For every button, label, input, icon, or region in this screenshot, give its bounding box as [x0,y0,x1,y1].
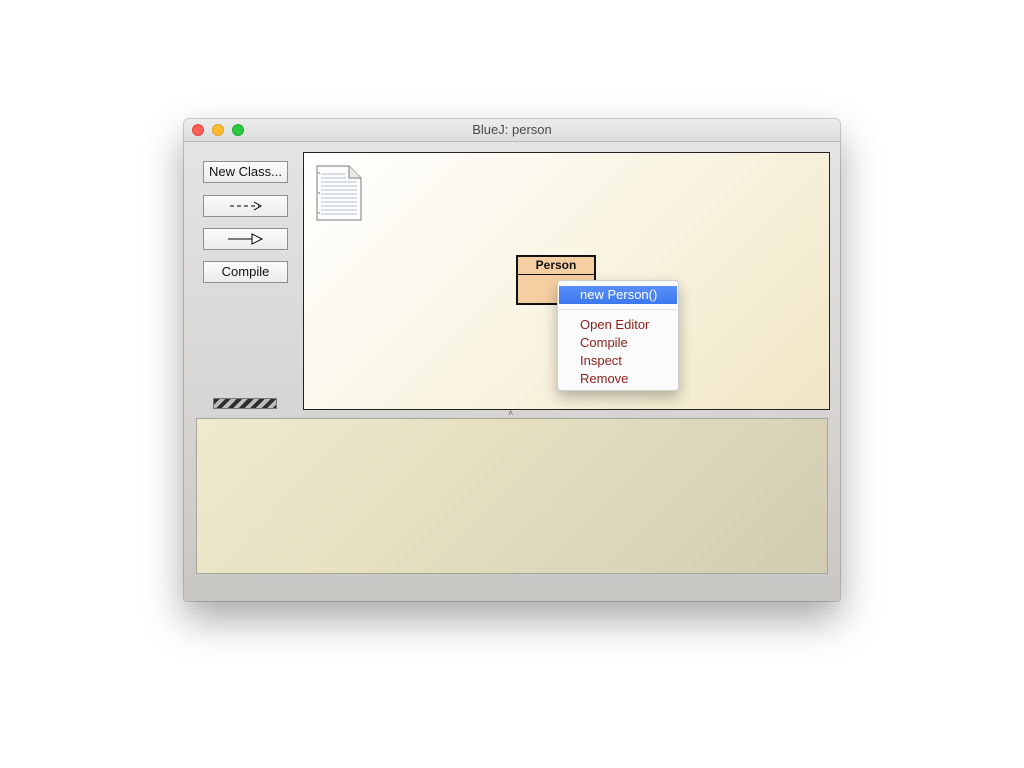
class-context-menu: new Person() Open Editor Compile Inspect… [557,280,679,391]
uses-arrow-button[interactable] [203,195,288,217]
readme-note-icon[interactable] [316,165,362,221]
menu-item-compile[interactable]: Compile [559,334,677,352]
class-name-label: Person [518,257,594,275]
window-title: BlueJ: person [472,122,552,137]
object-bench[interactable] [196,418,828,574]
bluej-window: BlueJ: person New Class... Compile Perso… [184,119,840,601]
new-class-button[interactable]: New Class... [203,161,288,183]
menu-item-new-person[interactable]: new Person() [559,286,677,304]
compile-button[interactable]: Compile [203,261,288,283]
inheritance-arrow-icon [228,233,264,245]
menu-item-inspect[interactable]: Inspect [559,352,677,370]
menu-item-open-editor[interactable]: Open Editor [559,316,677,334]
inherits-arrow-button[interactable] [203,228,288,250]
menu-separator [559,309,677,310]
machine-activity-indicator [213,398,277,409]
dashed-arrow-icon [230,201,263,211]
title-bar[interactable]: BlueJ: person [184,119,840,142]
splitter-handle[interactable]: ˄ [508,408,513,418]
menu-item-remove[interactable]: Remove [559,370,677,388]
